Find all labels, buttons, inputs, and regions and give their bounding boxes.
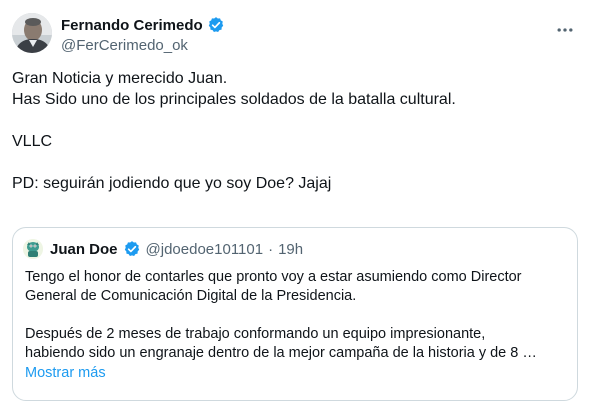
- quoted-text-line: Después de 2 meses de trabajo conformand…: [25, 326, 486, 342]
- author-avatar-image: [12, 13, 52, 53]
- quoted-handle[interactable]: @jdoedoe101101: [146, 241, 264, 258]
- quoted-text-line: habiendo sido un engranaje dentro de la …: [25, 345, 537, 361]
- quoted-tweet-text: Tengo el honor de contarles que pronto v…: [25, 268, 573, 383]
- tweet-text-line: Gran Noticia y merecido Juan.: [12, 70, 228, 87]
- author-avatar[interactable]: [12, 13, 52, 53]
- tweet-text-line: Has Sido uno de los principales soldados…: [12, 91, 456, 108]
- quoted-text-line: General de Comunicación Digital de la Pr…: [25, 288, 357, 304]
- tweet-text: Gran Noticia y merecido Juan. Has Sido u…: [12, 68, 578, 194]
- tweet-text-line: PD: seguirán jodiendo que yo soy Doe? Ja…: [12, 175, 332, 192]
- verified-badge-icon: [123, 240, 141, 258]
- tweet-card: Fernando Cerimedo @FerCerimedo_ok Gran N…: [0, 0, 592, 407]
- more-options-button[interactable]: [554, 19, 576, 41]
- quoted-tweet-header: Juan Doe @jdoedoe101101 · 19h: [23, 238, 303, 260]
- quoted-tweet[interactable]: Juan Doe @jdoedoe101101 · 19h Tengo el h…: [12, 227, 578, 401]
- tweet-header: Fernando Cerimedo @FerCerimedo_ok: [12, 13, 580, 57]
- author-info: Fernando Cerimedo @FerCerimedo_ok: [61, 15, 225, 54]
- quoted-display-name[interactable]: Juan Doe: [50, 241, 118, 258]
- quoted-author-avatar[interactable]: [23, 239, 43, 259]
- author-name-row: Fernando Cerimedo: [61, 15, 225, 35]
- quoted-avatar-image: [23, 239, 43, 259]
- more-horizontal-icon: [557, 28, 573, 32]
- quoted-timestamp[interactable]: 19h: [278, 241, 303, 258]
- quoted-text-line: Tengo el honor de contarles que pronto v…: [25, 269, 522, 285]
- author-display-name[interactable]: Fernando Cerimedo: [61, 17, 203, 34]
- author-handle[interactable]: @FerCerimedo_ok: [61, 37, 225, 54]
- separator-dot: ·: [268, 240, 274, 258]
- verified-badge-icon: [207, 16, 225, 34]
- tweet-text-line: VLLC: [12, 133, 53, 150]
- show-more-link[interactable]: Mostrar más: [25, 364, 573, 383]
